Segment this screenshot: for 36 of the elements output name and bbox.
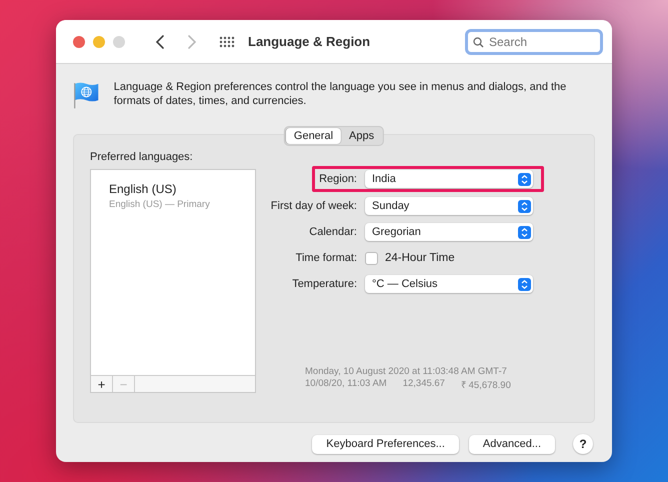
language-item[interactable]: English (US) English (US) — Primary xyxy=(109,182,237,210)
popup-menu[interactable]: Sunday xyxy=(365,197,533,215)
stepper-arrows-icon xyxy=(518,226,531,238)
checkbox[interactable] xyxy=(365,252,378,264)
sample-date-text: Monday, 10 August 2020 at 11:03:48 AM GMT-7 xyxy=(305,366,508,377)
sample-format-text: 10/08/20, 11:03 AM xyxy=(305,378,387,391)
back-button[interactable] xyxy=(155,34,165,50)
stepper-arrows-icon xyxy=(518,200,531,212)
setting-label: Calendar: xyxy=(308,226,357,238)
popup-menu[interactable]: Gregorian xyxy=(365,223,533,241)
stepper-arrows-icon xyxy=(518,172,531,186)
setting-label: Region: xyxy=(318,173,357,185)
help-button[interactable]: ? xyxy=(573,434,593,454)
search-icon xyxy=(473,36,484,48)
zoom-button[interactable] xyxy=(113,36,125,48)
keyboard-preferences-button[interactable]: Keyboard Preferences... xyxy=(312,434,459,454)
add-button[interactable]: + xyxy=(91,376,113,392)
tab[interactable]: General xyxy=(286,128,342,144)
setting-label: Temperature: xyxy=(291,278,357,290)
sample-format-text: ₹ 45,678.90 xyxy=(460,379,511,391)
popup-menu[interactable]: °C — Celsius xyxy=(365,275,533,293)
sample-format-text: 12,345.67 xyxy=(402,378,445,391)
checkbox-label: 24-Hour Time xyxy=(385,252,455,264)
advanced-button[interactable]: Advanced... xyxy=(468,434,555,454)
preferred-languages-label: Preferred languages: xyxy=(90,151,194,163)
setting-label: Time format: xyxy=(294,252,357,264)
show-all-grid-icon[interactable] xyxy=(219,36,235,48)
description-text: Language & Region preferences control the language you see in menus and dialogs, and the formats of dates, times, and currencies. xyxy=(114,80,568,108)
popup-menu[interactable]: India xyxy=(365,170,533,188)
setting-label: First day of week: xyxy=(270,200,357,212)
minimize-button[interactable] xyxy=(93,36,105,48)
window-title: Language & Region xyxy=(248,34,370,49)
close-button[interactable] xyxy=(73,36,85,48)
stepper-arrows-icon xyxy=(518,278,531,290)
search-field[interactable]: Search xyxy=(465,28,603,54)
tab[interactable]: Apps xyxy=(341,128,382,144)
